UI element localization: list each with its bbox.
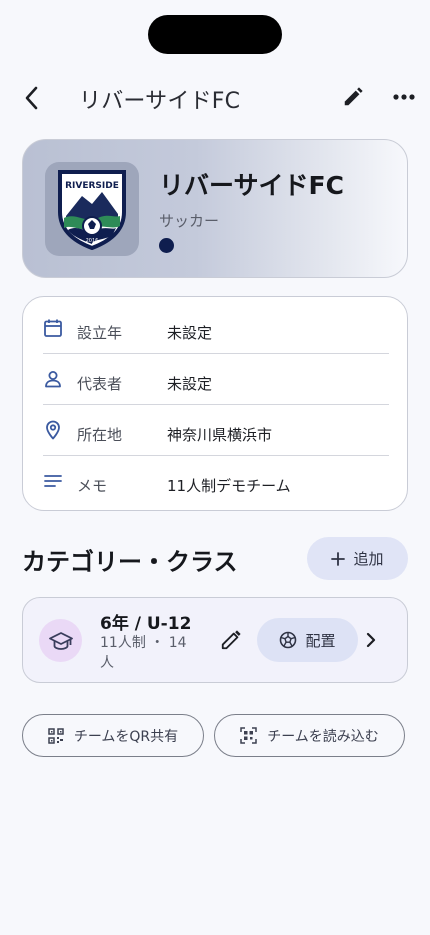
team-color-dot xyxy=(159,238,174,253)
info-value: 神奈川県横浜市 xyxy=(167,426,273,444)
chevron-right-icon xyxy=(366,632,376,648)
share-team-qr-button[interactable]: チームをQR共有 xyxy=(22,714,204,757)
add-category-button[interactable]: 追加 xyxy=(307,537,408,580)
category-card[interactable]: 6年 / U-12 11人制 ・ 14人 配置 xyxy=(22,597,408,683)
team-name: リバーサイドFC xyxy=(159,171,344,200)
pencil-icon xyxy=(344,87,363,106)
svg-text:2016: 2016 xyxy=(86,238,99,244)
info-label: 設立年 xyxy=(77,324,123,342)
svg-text:RIVERSIDE: RIVERSIDE xyxy=(65,181,119,191)
assign-label: 配置 xyxy=(305,631,336,650)
info-label: メモ xyxy=(77,477,108,495)
assign-button[interactable]: 配置 xyxy=(257,618,358,662)
info-value: 11人制デモチーム xyxy=(167,477,291,495)
calendar-icon xyxy=(44,319,62,337)
info-value: 未設定 xyxy=(167,324,213,342)
team-crest-icon: RIVERSIDE 2016 xyxy=(58,170,126,250)
soccer-ball-icon xyxy=(280,631,297,649)
info-row-representative: 代表者 未設定 xyxy=(23,353,409,404)
more-horizontal-icon xyxy=(393,94,415,100)
qr-scan-icon xyxy=(240,727,257,744)
category-avatar xyxy=(39,619,82,662)
category-name: 6年 / U-12 xyxy=(100,614,192,634)
info-row-location: 所在地 神奈川県横浜市 xyxy=(23,404,409,455)
graduation-cap-icon xyxy=(48,631,73,650)
notes-icon xyxy=(44,475,62,487)
info-label: 所在地 xyxy=(77,426,123,444)
add-category-label: 追加 xyxy=(353,550,384,568)
info-value: 未設定 xyxy=(167,375,213,393)
pencil-icon xyxy=(221,630,241,650)
scan-team-label: チームを読み込む xyxy=(267,728,379,745)
dynamic-island xyxy=(148,15,282,54)
team-logo: RIVERSIDE 2016 xyxy=(45,162,139,256)
team-sport: サッカー xyxy=(159,212,220,230)
qr-code-icon xyxy=(48,727,64,744)
info-label: 代表者 xyxy=(77,375,123,393)
plus-icon xyxy=(331,551,346,566)
location-pin-icon xyxy=(46,420,60,440)
info-row-memo: メモ 11人制デモチーム xyxy=(23,455,409,506)
edit-team-button[interactable] xyxy=(338,82,368,112)
person-icon xyxy=(45,371,61,388)
info-row-founded: 設立年 未設定 xyxy=(23,302,409,353)
share-team-qr-label: チームをQR共有 xyxy=(73,728,179,745)
category-meta: 11人制 ・ 14人 xyxy=(100,635,187,671)
categories-section-title: カテゴリー・クラス xyxy=(22,548,238,576)
more-options-button[interactable] xyxy=(389,82,419,112)
team-info-card: 設立年 未設定 代表者 未設定 所在地 神奈川県横浜市 メモ 11人制デモチーム xyxy=(22,296,408,511)
scan-team-button[interactable]: チームを読み込む xyxy=(214,714,405,757)
chevron-left-icon xyxy=(25,86,38,110)
edit-category-button[interactable] xyxy=(218,626,244,654)
page-title: リバーサイドFC xyxy=(79,89,241,114)
top-app-bar: リバーサイドFC xyxy=(0,74,430,120)
team-header-card: RIVERSIDE 2016 リバーサイドFC サッカー xyxy=(22,139,408,278)
back-button[interactable] xyxy=(16,82,48,114)
open-category-button[interactable] xyxy=(361,628,381,652)
